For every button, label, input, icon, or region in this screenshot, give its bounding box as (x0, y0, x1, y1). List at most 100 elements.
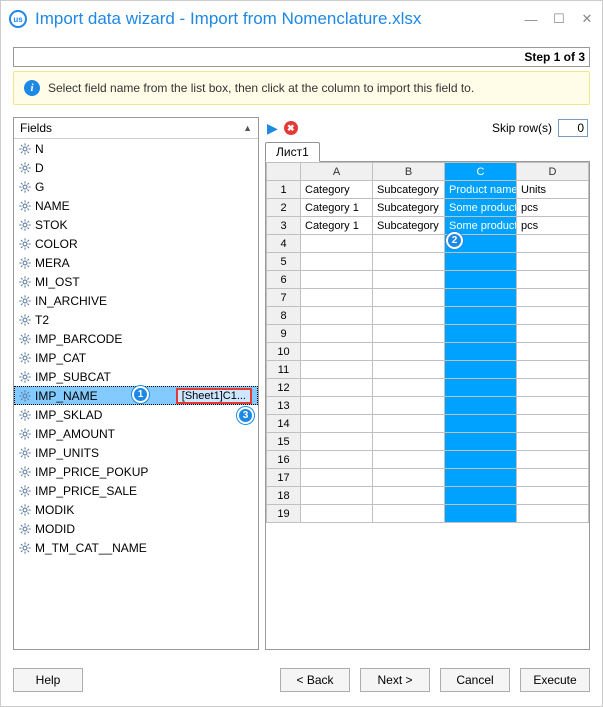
grid-cell[interactable]: Some product (445, 199, 517, 217)
grid-cell[interactable] (445, 289, 517, 307)
field-item[interactable]: IMP_PRICE_POKUP (14, 462, 258, 481)
grid-cell[interactable] (517, 433, 589, 451)
field-item[interactable]: NAME (14, 196, 258, 215)
grid-cell[interactable] (445, 433, 517, 451)
grid-cell[interactable] (445, 379, 517, 397)
grid-cell[interactable] (301, 487, 373, 505)
grid-cell[interactable] (445, 451, 517, 469)
data-grid[interactable]: ABCD1CategorySubcategoryProduct nameUnit… (266, 162, 590, 523)
grid-cell[interactable] (445, 325, 517, 343)
stop-icon[interactable]: ✖ (284, 121, 298, 135)
field-item[interactable]: IMP_SUBCAT (14, 367, 258, 386)
grid-cell[interactable] (373, 505, 445, 523)
column-header[interactable]: B (373, 163, 445, 181)
help-button[interactable]: Help (13, 668, 83, 692)
grid-cell[interactable] (517, 487, 589, 505)
minimize-button[interactable]: — (524, 12, 538, 26)
field-item[interactable]: IMP_SKLAD (14, 405, 258, 424)
grid-cell[interactable] (301, 379, 373, 397)
grid-cell[interactable] (517, 379, 589, 397)
grid-cell[interactable] (301, 397, 373, 415)
cancel-button[interactable]: Cancel (440, 668, 510, 692)
grid-cell[interactable] (373, 289, 445, 307)
grid-cell[interactable] (301, 235, 373, 253)
field-item[interactable]: IMP_PRICE_SALE (14, 481, 258, 500)
field-item[interactable]: STOK (14, 215, 258, 234)
grid-cell[interactable] (517, 469, 589, 487)
grid-cell[interactable]: Subcategory (373, 199, 445, 217)
grid-cell[interactable] (517, 451, 589, 469)
row-header[interactable]: 7 (267, 289, 301, 307)
grid-cell[interactable] (373, 343, 445, 361)
field-item[interactable]: IN_ARCHIVE (14, 291, 258, 310)
field-item[interactable]: IMP_AMOUNT (14, 424, 258, 443)
maximize-button[interactable]: ☐ (552, 12, 566, 26)
grid-cell[interactable] (445, 397, 517, 415)
close-button[interactable]: ✕ (580, 12, 594, 26)
field-item[interactable]: MERA (14, 253, 258, 272)
grid-cell[interactable] (301, 253, 373, 271)
execute-button[interactable]: Execute (520, 668, 590, 692)
grid-cell[interactable] (301, 433, 373, 451)
row-header[interactable]: 5 (267, 253, 301, 271)
field-item[interactable]: MI_OST (14, 272, 258, 291)
grid-cell[interactable]: Units (517, 181, 589, 199)
grid-cell[interactable] (301, 325, 373, 343)
grid-cell[interactable] (373, 271, 445, 289)
row-header[interactable]: 18 (267, 487, 301, 505)
grid-cell[interactable] (301, 271, 373, 289)
grid-cell[interactable] (373, 433, 445, 451)
skip-rows-input[interactable] (558, 119, 588, 137)
grid-cell[interactable] (517, 361, 589, 379)
field-item[interactable]: D (14, 158, 258, 177)
grid-cell[interactable]: pcs (517, 199, 589, 217)
grid-cell[interactable] (373, 397, 445, 415)
grid-cell[interactable] (517, 415, 589, 433)
grid-cell[interactable] (517, 325, 589, 343)
grid-cell[interactable] (445, 361, 517, 379)
grid-cell[interactable] (301, 289, 373, 307)
grid-cell[interactable] (517, 271, 589, 289)
row-header[interactable]: 2 (267, 199, 301, 217)
row-header[interactable]: 9 (267, 325, 301, 343)
row-header[interactable]: 12 (267, 379, 301, 397)
grid-cell[interactable]: Category 1 (301, 217, 373, 235)
row-header[interactable]: 3 (267, 217, 301, 235)
grid-cell[interactable] (517, 235, 589, 253)
grid-cell[interactable] (301, 505, 373, 523)
next-button[interactable]: Next > (360, 668, 430, 692)
grid-cell[interactable] (445, 307, 517, 325)
grid-cell[interactable] (373, 253, 445, 271)
grid-cell[interactable]: Category (301, 181, 373, 199)
fields-header[interactable]: Fields ▲ (14, 118, 258, 139)
play-icon[interactable]: ▶ (267, 120, 278, 137)
grid-cell[interactable] (445, 487, 517, 505)
grid-cell[interactable] (373, 451, 445, 469)
grid-cell[interactable] (445, 253, 517, 271)
field-item[interactable]: IMP_BARCODE (14, 329, 258, 348)
grid-cell[interactable] (301, 469, 373, 487)
grid-cell[interactable] (517, 397, 589, 415)
row-header[interactable]: 15 (267, 433, 301, 451)
grid-corner[interactable] (267, 163, 301, 181)
grid-cell[interactable] (517, 289, 589, 307)
grid-container[interactable]: ABCD1CategorySubcategoryProduct nameUnit… (265, 162, 590, 650)
field-item[interactable]: MODID (14, 519, 258, 538)
grid-cell[interactable] (301, 415, 373, 433)
grid-cell[interactable] (373, 235, 445, 253)
grid-cell[interactable] (517, 343, 589, 361)
row-header[interactable]: 14 (267, 415, 301, 433)
row-header[interactable]: 19 (267, 505, 301, 523)
grid-cell[interactable] (301, 451, 373, 469)
grid-cell[interactable] (301, 343, 373, 361)
grid-cell[interactable] (301, 307, 373, 325)
grid-cell[interactable] (517, 505, 589, 523)
grid-cell[interactable] (373, 325, 445, 343)
row-header[interactable]: 13 (267, 397, 301, 415)
row-header[interactable]: 16 (267, 451, 301, 469)
grid-cell[interactable]: Product name (445, 181, 517, 199)
field-item[interactable]: IMP_CAT (14, 348, 258, 367)
row-header[interactable]: 8 (267, 307, 301, 325)
grid-cell[interactable] (373, 379, 445, 397)
grid-cell[interactable] (373, 361, 445, 379)
